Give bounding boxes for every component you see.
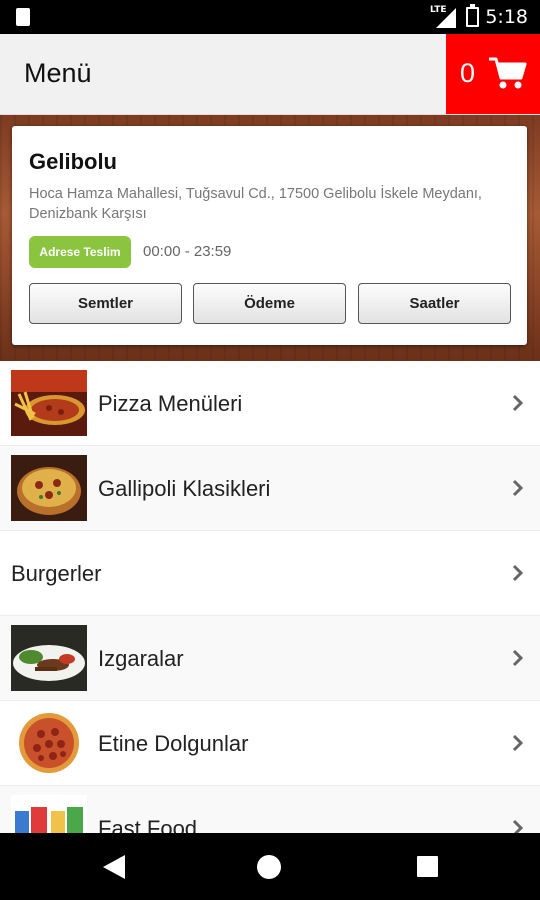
app-bar: Menü 0 [0, 34, 540, 115]
category-label: Pizza Menüleri [98, 391, 243, 416]
cart-count: 0 [460, 58, 476, 88]
shopping-cart-icon [489, 57, 527, 89]
pepperoni-pizza-photo [11, 710, 87, 776]
branch-card: Gelibolu Hoca Hamza Mahallesi, Tuğsavul … [12, 126, 527, 345]
page-title: Menü [24, 58, 92, 88]
back-icon[interactable] [103, 855, 125, 879]
category-row-pizza-menuleri[interactable]: Pizza Menüleri [0, 361, 540, 446]
grill-plate-photo [11, 625, 87, 691]
chevron-right-icon [512, 649, 524, 667]
category-label: Izgaralar [98, 646, 184, 671]
branch-address: Hoca Hamza Mahallesi, Tuğsavul Cd., 1750… [29, 186, 482, 222]
category-list: Pizza Menüleri Gallipoli Klasikleri Burg… [0, 361, 540, 871]
deep-pizza-photo [11, 455, 87, 521]
opening-hours: 00:00 - 23:59 [143, 243, 232, 260]
chevron-right-icon [512, 564, 524, 582]
districts-button[interactable]: Semtler [29, 283, 182, 324]
category-label: Etine Dolgunlar [98, 731, 249, 756]
delivery-badge: Adrese Teslim [29, 236, 131, 268]
payment-button[interactable]: Ödeme [193, 283, 346, 324]
navigation-bar [0, 833, 540, 900]
category-row-izgaralar[interactable]: Izgaralar [0, 616, 540, 701]
pizza-fries-photo [11, 370, 87, 436]
hours-button[interactable]: Saatler [358, 283, 511, 324]
signal-icon [436, 8, 456, 28]
clock: 5:18 [485, 6, 528, 28]
sd-card-icon [16, 8, 30, 26]
category-row-gallipoli-klasikleri[interactable]: Gallipoli Klasikleri [0, 446, 540, 531]
cart-button[interactable]: 0 [446, 34, 540, 114]
status-bar: LTE 5:18 [0, 0, 540, 34]
category-label: Gallipoli Klasikleri [98, 476, 271, 501]
category-row-burgerler[interactable]: Burgerler [0, 531, 540, 616]
chevron-right-icon [512, 734, 524, 752]
category-row-etine-dolgunlar[interactable]: Etine Dolgunlar [0, 701, 540, 786]
chevron-right-icon [512, 479, 524, 497]
category-label: Burgerler [11, 561, 102, 586]
home-icon[interactable] [257, 855, 281, 879]
battery-icon [466, 4, 479, 27]
chevron-right-icon [512, 394, 524, 412]
branch-name: Gelibolu [29, 149, 117, 174]
recent-apps-icon[interactable] [417, 856, 438, 877]
